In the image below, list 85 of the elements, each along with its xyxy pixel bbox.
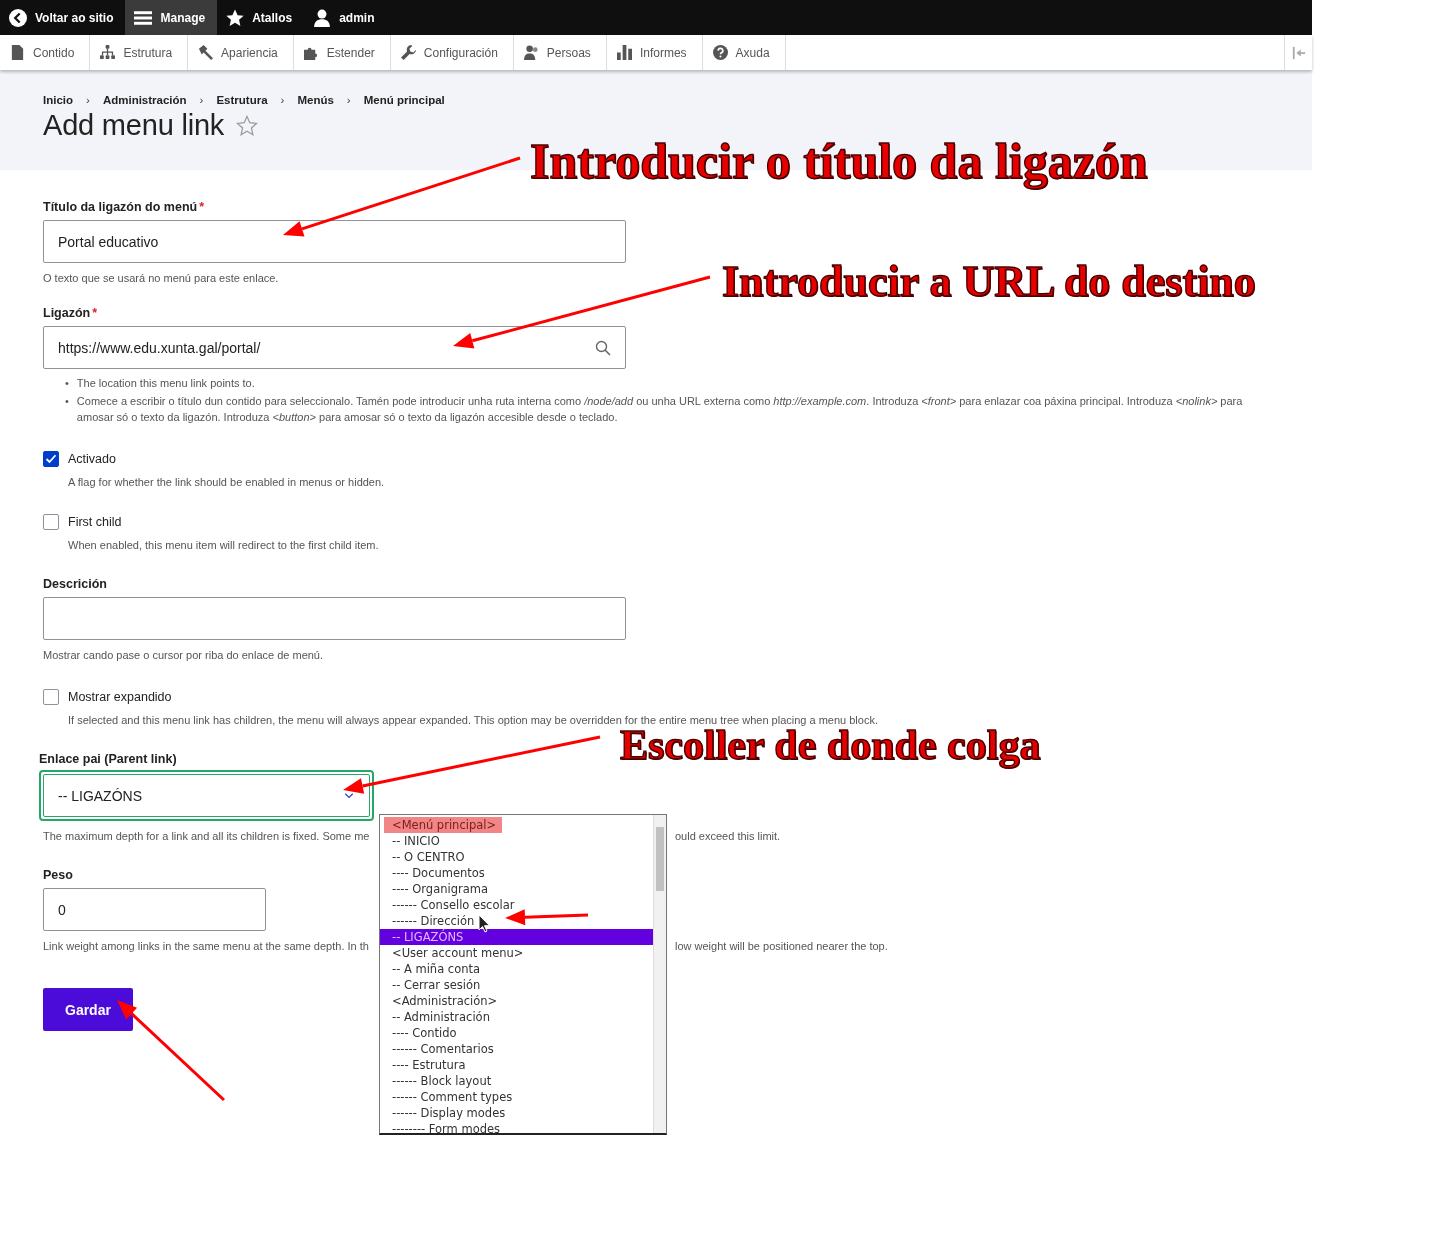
checkbox[interactable] [43,689,59,705]
star-icon [226,8,245,27]
checkbox-label[interactable]: Mostrar expandido [68,690,172,704]
dropdown-option[interactable]: ---- Organigrama [380,881,653,897]
number-field[interactable]: 0 [43,888,266,931]
dropdown-option[interactable]: <Administración> [380,993,653,1009]
people-icon [523,45,539,60]
puzzle-icon [303,45,319,60]
field-label: Peso [43,868,73,882]
select-field[interactable]: -- LIGAZÓNS [43,774,370,817]
breadcrumb-link[interactable]: Menú principal [363,94,445,106]
help-text: low weight will be positioned nearer the top. [675,939,888,954]
bar-chart-icon [616,45,632,60]
annotation-text: Introducir a URL do destino [722,260,1256,304]
dropdown-option[interactable]: <Menú principal> [380,817,653,833]
dropdown-option[interactable]: ------ Comentarios [380,1041,653,1057]
checkbox-label[interactable]: Activado [68,452,116,466]
toolbar-tab[interactable]: admin [304,0,387,35]
dropdown-option[interactable]: ------ Block layout [380,1073,653,1089]
dropdown-option[interactable]: -- INICIO [380,833,653,849]
dropdown-option[interactable]: ------ Consello escolar [380,897,653,913]
checkbox-label[interactable]: First child [68,515,122,529]
collapse-icon[interactable] [1290,45,1307,60]
sitemap-icon [100,45,116,60]
required-mark: * [92,306,98,320]
page-title: Add menu link [43,109,225,142]
help-text: A flag for whether the link should be enabled in menus or hidden. [68,475,385,490]
help-text: If selected and this menu link has children, the menu will always appear expanded. This option may be overridden for the entire menu tree when placing a menu block. [68,713,878,728]
dropdown-option[interactable]: ------ Comment types [380,1089,653,1105]
hammer-icon [198,45,214,60]
dropdown-option[interactable]: <User account menu> [380,945,653,961]
document-icon [10,45,25,60]
text-field[interactable]: Portal educativo [43,220,626,263]
url-field[interactable]: https://www.edu.xunta.gal/portal/ [43,326,626,369]
field-label: Descrición [43,577,107,591]
toolbar-tab[interactable]: Atallos [217,0,305,35]
bullet-mark: • [65,394,69,409]
breadcrumb-separator: › [199,94,204,106]
breadcrumb-link[interactable]: Menús [297,94,334,106]
help-text: Comece a escribir o título dun contido para seleccionalo. Tamén pode introducir unha ruta interna como /node/add ou unha URL externa como http://example.com. Introduza <front> para enlazar coa páxina principal. Introduza <nolink> para amosar só o texto da ligazón. Introduza <button> para amosar só o texto da ligazón accesible desde o teclado. [76,394,1244,425]
breadcrumb-separator: › [280,94,285,106]
menu-icon [134,8,153,27]
check-icon [45,453,57,465]
back-icon [9,8,27,27]
breadcrumb-link[interactable]: Estrutura [216,94,268,106]
help-text: When enabled, this menu item will redirect to the first child item. [68,538,379,553]
user-icon [313,8,332,27]
help-text: Link weight among links in the same menu at the same depth. In th [43,939,370,954]
field-label: Título da ligazón do menú [43,200,198,214]
checkbox[interactable] [43,514,59,530]
search-icon [595,339,611,356]
dropdown-option[interactable]: ---- Estrutura [380,1057,653,1073]
bullet-mark: • [65,376,69,391]
dropdown-option[interactable]: ------ Dirección [380,913,653,929]
text-field[interactable] [43,597,626,640]
dropdown-option[interactable]: -------- Form modes [380,1121,653,1133]
mouse-pointer-icon [478,914,490,933]
help-text: The location this menu link points to. [76,376,256,391]
toolbar-tab[interactable]: Voltar ao sitio [0,0,126,35]
star-outline-icon[interactable] [236,114,259,137]
scrollbar[interactable] [653,815,666,1133]
dropdown-option[interactable]: ---- Contido [380,1025,653,1041]
save-button[interactable]: Gardar [43,988,133,1031]
dropdown-option[interactable]: -- LIGAZÓNS [380,929,653,945]
help-text: ould exceed this limit. [675,829,781,844]
field-label: Enlace pai (Parent link) [39,752,177,766]
dropdown-option[interactable]: -- Administración [380,1009,653,1025]
required-mark: * [199,200,205,214]
checkbox[interactable] [43,451,59,467]
help-icon [712,45,728,60]
dropdown-option[interactable]: -- Cerrar sesión [380,977,653,993]
breadcrumb-link[interactable]: Inicio [43,94,74,106]
breadcrumb-separator: › [346,94,351,106]
field-label: Ligazón [43,306,91,320]
dropdown-option[interactable]: ---- Documentos [380,865,653,881]
dropdown-option[interactable]: -- O CENTRO [380,849,653,865]
wrench-icon [400,45,416,60]
help-text: The maximum depth for a link and all its children is fixed. Some me [43,829,371,844]
help-text: Mostrar cando pase o cursor por riba do enlace de menú. [43,648,324,663]
dropdown-option[interactable]: ------ Display modes [380,1105,653,1121]
toolbar-tab[interactable]: Manage [125,0,218,35]
breadcrumb-separator: › [86,94,90,106]
help-text: O texto que se usará no menú para este enlace. [43,271,279,286]
breadcrumb-link[interactable]: Administración [102,94,187,106]
dropdown-option[interactable]: -- A miña conta [380,961,653,977]
